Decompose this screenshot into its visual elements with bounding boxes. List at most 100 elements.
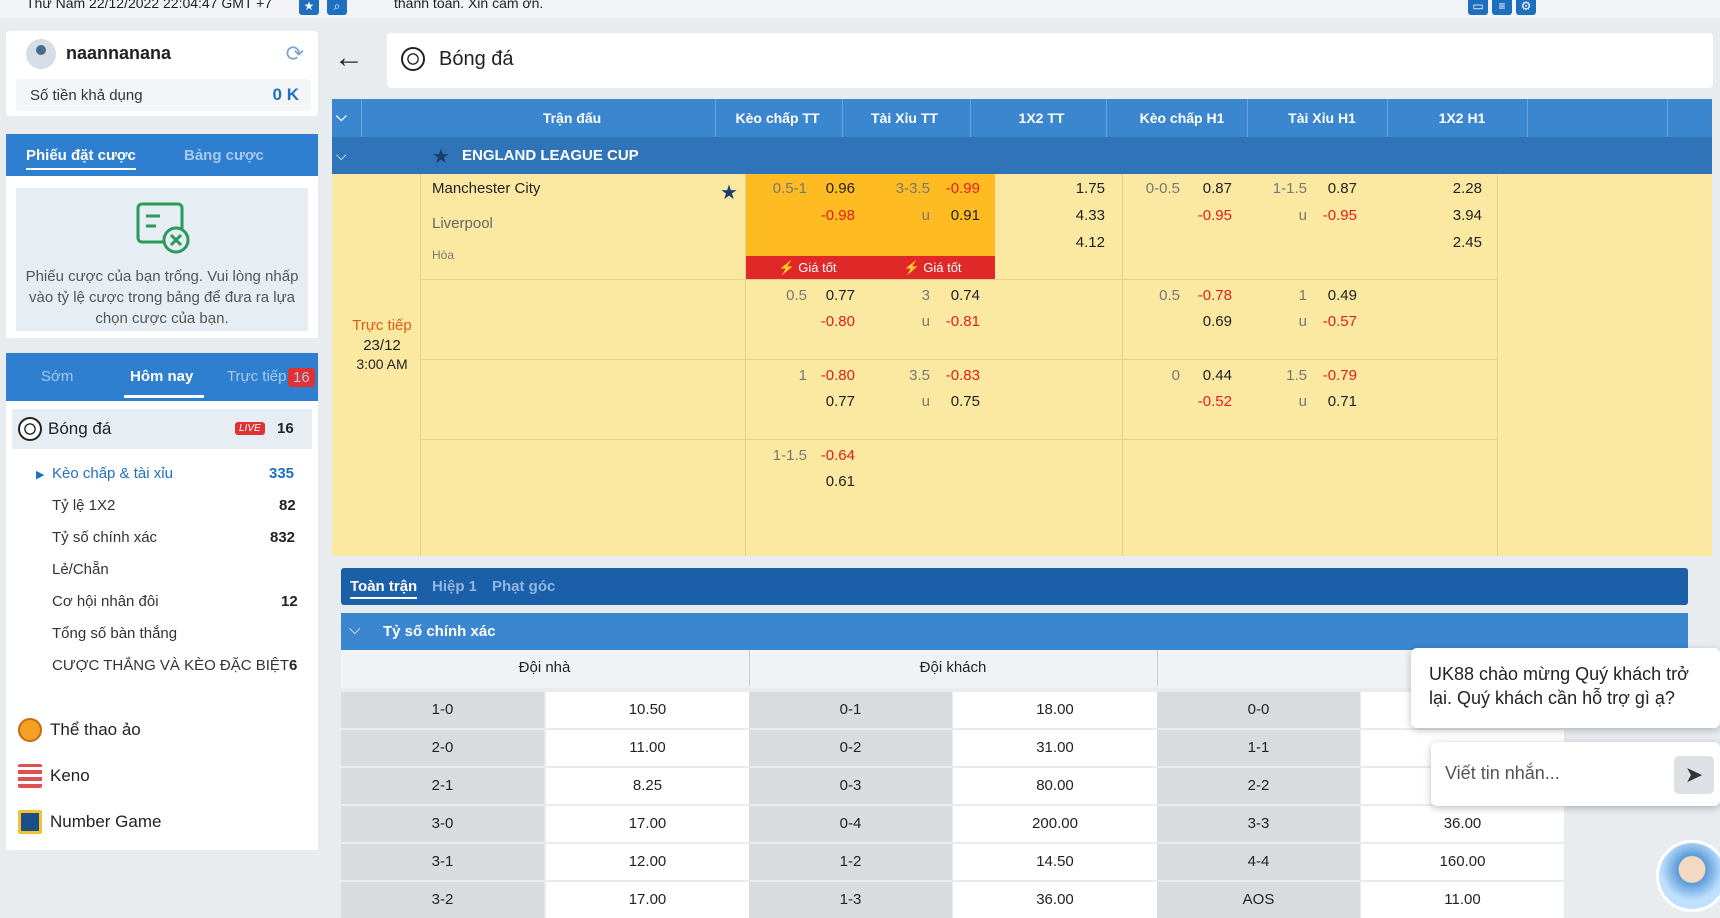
submenu-item[interactable]: Tỷ số chính xác (52, 529, 157, 546)
chat-input[interactable]: Viết tin nhắn... (1445, 763, 1560, 784)
odds-cell[interactable]: -0.83 (930, 367, 980, 384)
account-panel: naannanana ⟳ Số tiền khả dụng 0 K (6, 31, 318, 116)
odds-cell[interactable]: 0.61 (807, 473, 855, 490)
score-label: AOS (1157, 882, 1360, 918)
star-icon[interactable]: ★ (720, 180, 738, 205)
odds-cell[interactable]: -0.81 (930, 313, 980, 330)
odds-cell[interactable]: -0.64 (807, 447, 855, 464)
tab-bet-slip[interactable]: Phiếu đặt cược (26, 147, 136, 170)
odds-cell[interactable]: -0.80 (807, 367, 855, 384)
tab-today[interactable]: Hôm nay (130, 368, 193, 385)
section-bar[interactable]: ⌵ Tỷ số chính xác (341, 613, 1688, 650)
submenu-count: 82 (279, 497, 296, 514)
odds-cell[interactable]: 0.77 (807, 393, 855, 410)
search-icon[interactable]: ⌕ (327, 0, 347, 15)
league-name: ENGLAND LEAGUE CUP (462, 147, 639, 164)
menu-item-virtual[interactable]: Thể thao ảo (50, 720, 141, 740)
odds-cell[interactable]: 0.87 (1180, 180, 1232, 197)
collapse-icon[interactable]: ⌵ (336, 108, 347, 125)
odds-cell[interactable]: 2.28 (1372, 180, 1482, 197)
odds-cell[interactable]: -0.52 (1180, 393, 1232, 410)
score-odds[interactable]: 12.00 (546, 844, 749, 880)
score-label: 0-2 (749, 730, 952, 766)
odds-cell[interactable]: 0.77 (807, 287, 855, 304)
odds-cell[interactable]: -0.79 (1307, 367, 1357, 384)
submenu-item[interactable]: Tổng số bàn thắng (52, 625, 177, 642)
odds-cell[interactable]: -0.99 (930, 180, 980, 197)
odds-cell[interactable]: 0.75 (930, 393, 980, 410)
submenu-item[interactable]: CƯỢC THẮNG VÀ KÈO ĐẶC BIỆT (52, 657, 289, 674)
score-odds[interactable]: 17.00 (546, 882, 749, 918)
submenu-item[interactable]: Cơ hội nhân đôi (52, 593, 159, 610)
menu-item-number-game[interactable]: Number Game (50, 812, 161, 832)
collapse-icon[interactable]: ⌵ (336, 147, 347, 164)
score-odds[interactable]: 14.50 (953, 844, 1157, 880)
send-icon[interactable]: ➤ (1674, 756, 1714, 794)
menu-item-keno[interactable]: Keno (50, 766, 90, 786)
chat-icon[interactable]: ▭ (1468, 0, 1488, 15)
odds-cell[interactable]: 0.74 (930, 287, 980, 304)
odds-cell[interactable]: -0.80 (807, 313, 855, 330)
ou-line: 1.5 (1286, 367, 1307, 384)
score-odds[interactable]: 11.00 (1361, 882, 1564, 918)
submenu-count: 12 (281, 593, 298, 610)
odds-cell[interactable]: -0.98 (807, 207, 855, 224)
odds-cell[interactable]: -0.95 (1180, 207, 1232, 224)
back-arrow-icon[interactable]: ← (334, 41, 364, 75)
score-label: 1-3 (749, 882, 952, 918)
live-badge: LIVE (235, 422, 265, 435)
tab-early[interactable]: Sớm (41, 368, 73, 385)
tab-corners[interactable]: Phạt góc (492, 578, 555, 595)
sport-row-football[interactable]: Bóng đá LIVE 16 (12, 409, 312, 449)
score-label: 2-2 (1157, 768, 1360, 804)
odds-cell[interactable]: 0.71 (1307, 393, 1357, 410)
odds-cell[interactable]: 0.44 (1180, 367, 1232, 384)
score-odds[interactable]: 160.00 (1361, 844, 1564, 880)
odds-cell[interactable]: 0.96 (807, 180, 855, 197)
score-odds[interactable]: 11.00 (546, 730, 749, 766)
score-odds[interactable]: 80.00 (953, 768, 1157, 804)
score-odds[interactable]: 17.00 (546, 806, 749, 842)
hcap-line: 0.5 (1159, 287, 1180, 304)
odds-cell[interactable]: 1.75 (995, 180, 1105, 197)
submenu-item[interactable]: Tỷ lệ 1X2 (52, 497, 115, 514)
score-odds[interactable]: 36.00 (953, 882, 1157, 918)
collapse-icon[interactable]: ⌵ (349, 621, 360, 638)
odds-cell[interactable]: 4.12 (995, 234, 1105, 251)
star-icon[interactable]: ★ (432, 144, 450, 169)
odds-cell[interactable]: 0.69 (1180, 313, 1232, 330)
tab-first-half[interactable]: Hiệp 1 (432, 578, 477, 595)
tab-live[interactable]: Trực tiếp (227, 368, 287, 385)
league-row[interactable]: ⌵ ★ ENGLAND LEAGUE CUP (332, 137, 1712, 174)
tab-full-time[interactable]: Toàn trận (350, 578, 418, 599)
support-agent-avatar[interactable] (1656, 840, 1720, 912)
odds-cell[interactable]: 0.49 (1307, 287, 1357, 304)
tab-bet-list[interactable]: Bảng cược (184, 147, 264, 164)
odds-cell[interactable]: -0.95 (1307, 207, 1357, 224)
hcap-line: 1 (798, 367, 807, 384)
hcap-line: 0 (1171, 367, 1180, 384)
score-odds[interactable]: 10.50 (546, 692, 749, 728)
odds-cell[interactable]: 0.91 (930, 207, 980, 224)
document-icon[interactable]: ≡ (1492, 0, 1512, 15)
odds-cell[interactable]: 2.45 (1372, 234, 1482, 251)
odds-cell[interactable]: 4.33 (995, 207, 1105, 224)
odds-cell[interactable]: -0.78 (1180, 287, 1232, 304)
score-odds[interactable]: 200.00 (953, 806, 1157, 842)
good-price-badge: ⚡ Giá tốt (870, 256, 995, 279)
settings-icon[interactable]: ⚙ (1516, 0, 1536, 15)
col-ou-ft: Tài Xỉu TT (871, 110, 938, 126)
score-odds[interactable]: 8.25 (546, 768, 749, 804)
score-odds[interactable]: 18.00 (953, 692, 1157, 728)
match-time: 3:00 AM (356, 356, 408, 372)
number-game-icon (18, 810, 42, 834)
odds-cell[interactable]: 0.87 (1307, 180, 1357, 197)
star-icon[interactable]: ★ (299, 0, 319, 15)
refresh-icon[interactable]: ⟳ (286, 41, 304, 67)
odds-cell[interactable]: -0.57 (1307, 313, 1357, 330)
score-odds[interactable]: 36.00 (1361, 806, 1564, 842)
score-odds[interactable]: 31.00 (953, 730, 1157, 766)
odds-cell[interactable]: 3.94 (1372, 207, 1482, 224)
submenu-item[interactable]: Lẻ/Chẵn (52, 561, 109, 578)
submenu-item[interactable]: Kèo chấp & tài xỉu (52, 465, 173, 482)
